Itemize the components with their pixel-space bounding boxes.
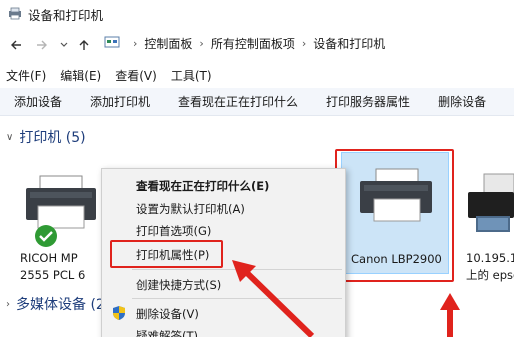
ctx-see-whats-printing[interactable]: 查看现在正在打印什么(E) [136,178,269,194]
media-group-title: 多媒体设备 (2) [16,297,111,313]
recent-dropdown-icon[interactable] [54,35,74,55]
printer-ricoh-label-line1: RICOH MP [20,251,78,265]
title-bar: 设备和打印机 [0,0,514,28]
printer-ricoh[interactable]: RICOH MP 2555 PCL 6 [14,168,104,288]
forward-icon[interactable] [32,35,52,55]
printer-epson-label-line1: 10.195.1 [466,251,514,265]
address-row: › 控制面板 › 所有控制面板项 › 设备和打印机 [0,30,514,60]
window-title: 设备和打印机 [28,7,104,23]
menu-edit[interactable]: 编辑(E) [60,67,101,84]
up-icon[interactable] [74,35,94,55]
back-icon[interactable] [6,35,26,55]
annotation-arrow-icon [232,260,315,337]
ctx-troubleshoot[interactable]: 疑难解答(T) [136,328,198,337]
menu-file[interactable]: 文件(F) [6,67,46,84]
command-bar: 添加设备 添加打印机 查看现在正在打印什么 打印服务器属性 删除设备 [0,88,514,116]
menu-view[interactable]: 查看(V) [115,67,157,84]
uac-shield-icon [111,305,127,324]
breadcrumb-control-panel[interactable]: 控制面板 [144,35,192,52]
default-printer-check-icon [34,224,58,251]
annotation-highlight-box [110,240,223,268]
printer-epson-label-line2: 上的 epso [466,268,514,282]
printers-group-title: 打印机 (5) [19,130,86,146]
expand-chevron-icon: › [6,298,10,310]
ctx-printing-preferences[interactable]: 打印首选项(G) [136,223,211,239]
printer-icon [20,172,100,239]
breadcrumb-separator: › [133,37,138,50]
breadcrumb-separator: › [199,37,204,50]
devices-printers-icon [8,6,22,23]
menu-tools[interactable]: 工具(T) [171,67,212,84]
breadcrumb-all-items[interactable]: 所有控制面板项 [211,35,295,52]
printers-group-header[interactable]: ∨ 打印机 (5) [6,127,86,147]
print-server-properties-button[interactable]: 打印服务器属性 [326,93,410,110]
see-printing-button[interactable]: 查看现在正在打印什么 [178,93,298,110]
ctx-set-default[interactable]: 设置为默认打印机(A) [136,201,245,217]
breadcrumb: › 控制面板 › 所有控制面板项 › 设备和打印机 [104,35,385,52]
annotation-arrow-icon [440,293,460,337]
ctx-remove-device[interactable]: 删除设备(V) [136,306,199,322]
printer-epson[interactable]: 10.195.1 上的 epso [462,168,514,288]
ctx-create-shortcut[interactable]: 创建快捷方式(S) [136,277,221,293]
inkjet-printer-icon [466,172,514,239]
add-printer-button[interactable]: 添加打印机 [90,93,150,110]
control-panel-icon [104,35,120,52]
remove-device-button[interactable]: 删除设备 [438,93,486,110]
annotation-highlight-box [335,149,454,282]
breadcrumb-separator: › [301,37,307,50]
collapse-chevron-icon: ∨ [6,131,14,143]
breadcrumb-devices-printers[interactable]: 设备和打印机 [313,35,385,52]
media-group-header[interactable]: › 多媒体设备 (2) [6,294,110,314]
printer-epson-label: 10.195.1 上的 epso [466,250,514,284]
add-device-button[interactable]: 添加设备 [14,93,62,110]
menu-bar: 文件(F) 编辑(E) 查看(V) 工具(T) [0,64,514,86]
printer-ricoh-label: RICOH MP 2555 PCL 6 [20,250,85,284]
printer-ricoh-label-line2: 2555 PCL 6 [20,268,86,282]
